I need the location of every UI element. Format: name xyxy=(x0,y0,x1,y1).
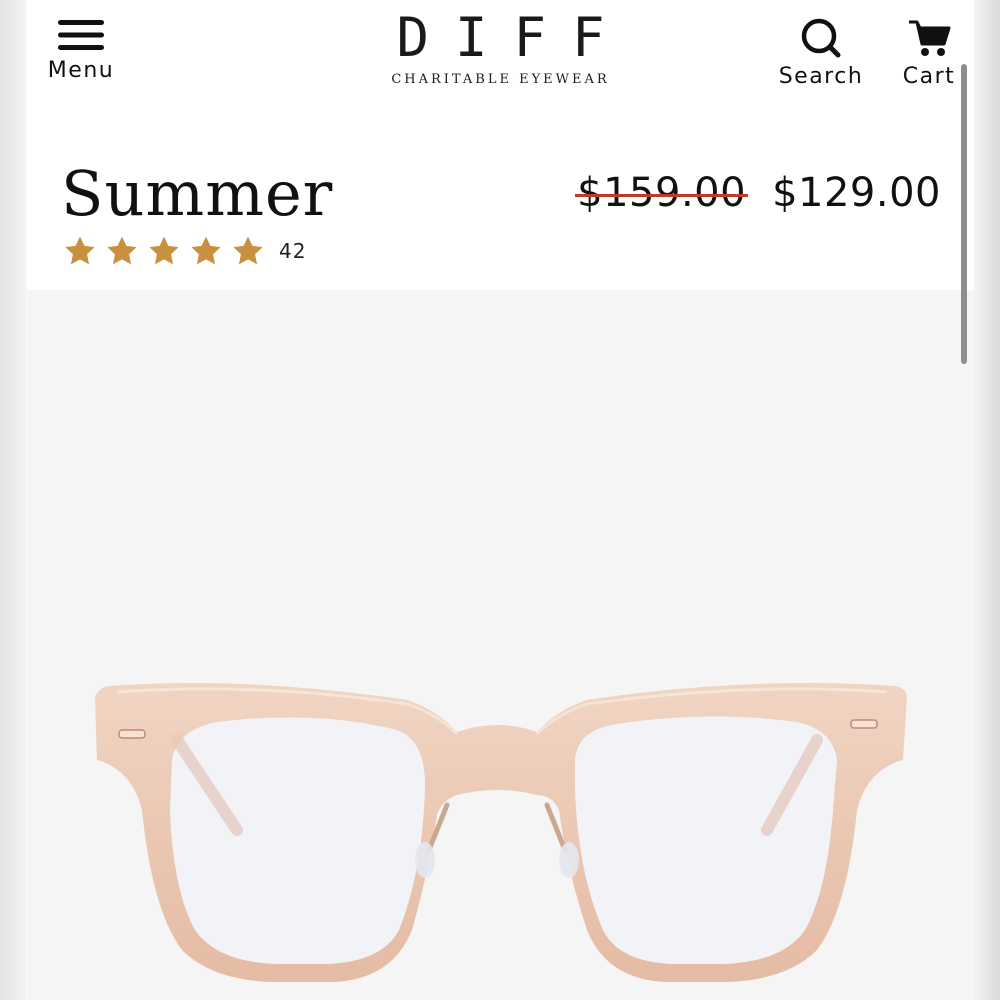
search-label: Search xyxy=(778,64,864,89)
site-header: Menu DIFF CHARITABLE EYEWEAR Search Cart xyxy=(27,0,974,110)
star-icon xyxy=(107,236,137,265)
search-icon xyxy=(801,18,841,58)
review-count[interactable]: 42 xyxy=(279,239,306,263)
star-icon xyxy=(233,236,263,265)
search-button[interactable]: Search xyxy=(775,18,867,89)
product-title: Summer xyxy=(61,157,334,230)
product-rating[interactable]: 42 xyxy=(63,234,306,268)
cart-label: Cart xyxy=(902,64,956,89)
original-price: $159.00 xyxy=(575,170,748,216)
price-block: $159.00 $129.00 xyxy=(575,170,941,216)
star-icon xyxy=(149,236,179,265)
sale-price: $129.00 xyxy=(772,170,941,216)
product-page: Menu DIFF CHARITABLE EYEWEAR Search Cart… xyxy=(27,0,974,1000)
product-header: Summer 42 $159.00 $129.00 xyxy=(27,110,974,290)
eyeglasses-product-image xyxy=(95,683,907,982)
cart-button[interactable]: Cart xyxy=(897,18,961,89)
star-icon xyxy=(65,236,95,265)
cart-icon xyxy=(909,20,951,56)
star-icon xyxy=(191,236,221,265)
scrollbar[interactable] xyxy=(961,64,967,364)
product-image-gallery[interactable] xyxy=(27,290,974,1000)
